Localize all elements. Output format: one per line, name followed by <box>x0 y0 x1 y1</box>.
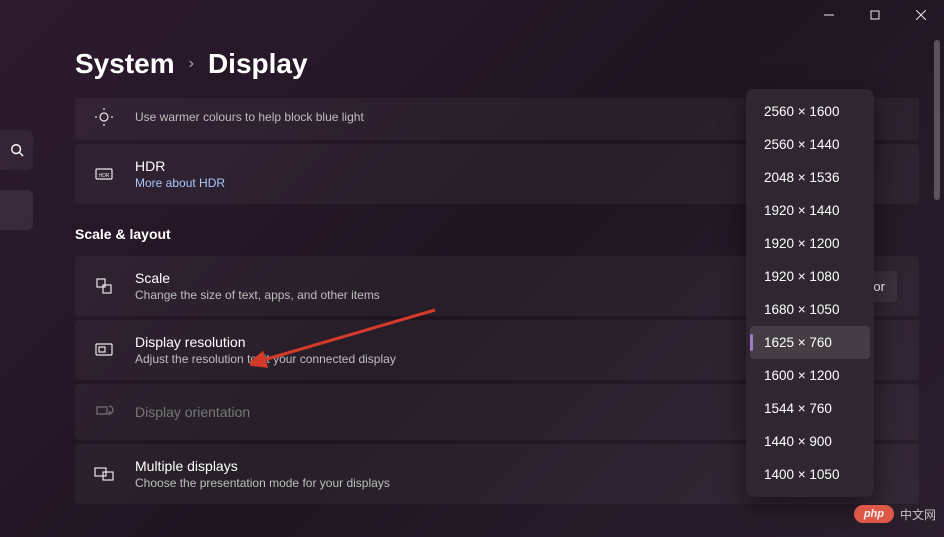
resolution-option[interactable]: 1544 × 760 <box>750 392 870 425</box>
resolution-option[interactable]: 1680 × 1050 <box>750 293 870 326</box>
resolution-option[interactable]: 1625 × 760 <box>750 326 870 359</box>
minimize-button[interactable] <box>806 0 852 30</box>
sidebar <box>0 130 33 230</box>
orientation-icon <box>93 401 115 423</box>
resolution-option[interactable]: 1600 × 1200 <box>750 359 870 392</box>
scale-title: Scale <box>135 270 777 286</box>
svg-text:HDR: HDR <box>99 173 110 179</box>
page-title: Display <box>208 48 308 80</box>
maximize-button[interactable] <box>852 0 898 30</box>
chevron-right-icon: › <box>189 55 194 73</box>
resolution-option[interactable]: 1920 × 1080 <box>750 260 870 293</box>
breadcrumb: System › Display <box>75 48 919 80</box>
resolution-option[interactable]: 1400 × 1050 <box>750 458 870 491</box>
watermark-badge: php <box>854 505 894 523</box>
resolution-option[interactable]: 1920 × 1200 <box>750 227 870 260</box>
resolution-option[interactable]: 1440 × 900 <box>750 425 870 458</box>
resolution-dropdown[interactable]: 2560 × 16002560 × 14402048 × 15361920 × … <box>746 89 874 497</box>
search-button[interactable] <box>0 130 33 170</box>
scale-icon <box>93 275 115 297</box>
resolution-option[interactable]: 2560 × 1440 <box>750 128 870 161</box>
resolution-icon <box>93 339 115 361</box>
scrollbar-thumb[interactable] <box>934 40 940 200</box>
resolution-option[interactable]: 1920 × 1440 <box>750 194 870 227</box>
multiple-displays-icon <box>93 463 115 485</box>
sidebar-active-item[interactable] <box>0 190 33 230</box>
resolution-option[interactable]: 2048 × 1536 <box>750 161 870 194</box>
breadcrumb-parent[interactable]: System <box>75 48 175 80</box>
titlebar <box>806 0 944 30</box>
vertical-scrollbar[interactable] <box>934 40 940 533</box>
night-light-icon <box>93 106 115 128</box>
close-button[interactable] <box>898 0 944 30</box>
scale-sub: Change the size of text, apps, and other… <box>135 288 777 302</box>
watermark-text: 中文网 <box>900 506 936 523</box>
resolution-option[interactable]: 2560 × 1600 <box>750 95 870 128</box>
hdr-icon: HDR <box>93 163 115 185</box>
watermark: php 中文网 <box>854 505 936 523</box>
